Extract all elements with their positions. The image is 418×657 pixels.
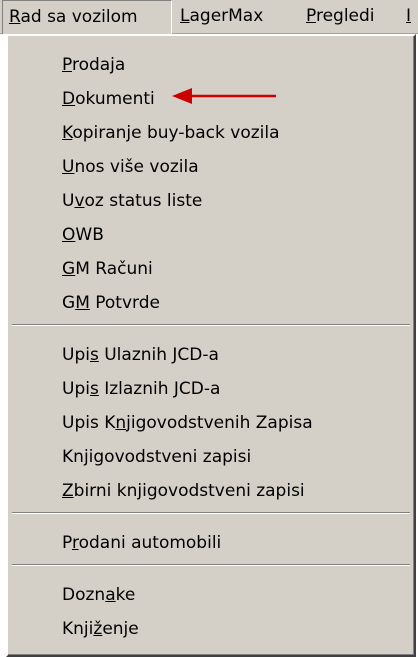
menu-item-uvoz-status-liste[interactable]: Uvoz status liste	[10, 186, 412, 216]
menu-item-gm-potvrde[interactable]: GM Potvrde	[10, 288, 412, 318]
menu-item-unos-vise-vozila[interactable]: Unos više vozila	[10, 152, 412, 182]
menu-pregledi[interactable]: Pregledi	[300, 0, 381, 34]
menu-lagermax[interactable]: LagerMax	[174, 0, 269, 34]
menu-separator	[12, 324, 410, 326]
menu-item-zbirni-knjigovodstveni-zapisi[interactable]: Zbirni knjigovodstveni zapisi	[10, 476, 412, 506]
menu-item-prodaja[interactable]: Prodaja	[10, 50, 412, 80]
menu-item-gm-racuni[interactable]: GM Računi	[10, 254, 412, 284]
menu-item-upis-izlaznih-jcd[interactable]: Upis Izlaznih JCD-a	[10, 374, 412, 404]
menu-item-prodani-automobili[interactable]: Prodani automobili	[10, 528, 412, 558]
menu-item-knjizenje[interactable]: Knjiženje	[10, 614, 412, 644]
menu-item-doznake[interactable]: Doznake	[10, 580, 412, 610]
menu-rad-sa-vozilom[interactable]: Rad sa vozilom	[2, 0, 172, 34]
menu-item-upis-knjigovodstvenih-zapisa[interactable]: Upis Knjigovodstvenih Zapisa	[10, 408, 412, 438]
red-arrow-icon	[172, 88, 276, 104]
dropdown-menu: Prodaja Dokumenti Kopiranje buy-back voz…	[6, 34, 416, 657]
menu-item-owb[interactable]: OWB	[10, 220, 412, 250]
menu-separator	[12, 512, 410, 514]
menu-i[interactable]: I	[400, 0, 417, 34]
menu-item-upis-ulaznih-jcd[interactable]: Upis Ulaznih JCD-a	[10, 340, 412, 370]
menu-bar: Rad sa vozilom LagerMax Pregledi I	[0, 0, 418, 34]
menu-separator	[12, 564, 410, 566]
menu-item-knjigovodstveni-zapisi[interactable]: Knjigovodstveni zapisi	[10, 442, 412, 472]
menu-item-kopiranje-buy-back-vozila[interactable]: Kopiranje buy-back vozila	[10, 118, 412, 148]
